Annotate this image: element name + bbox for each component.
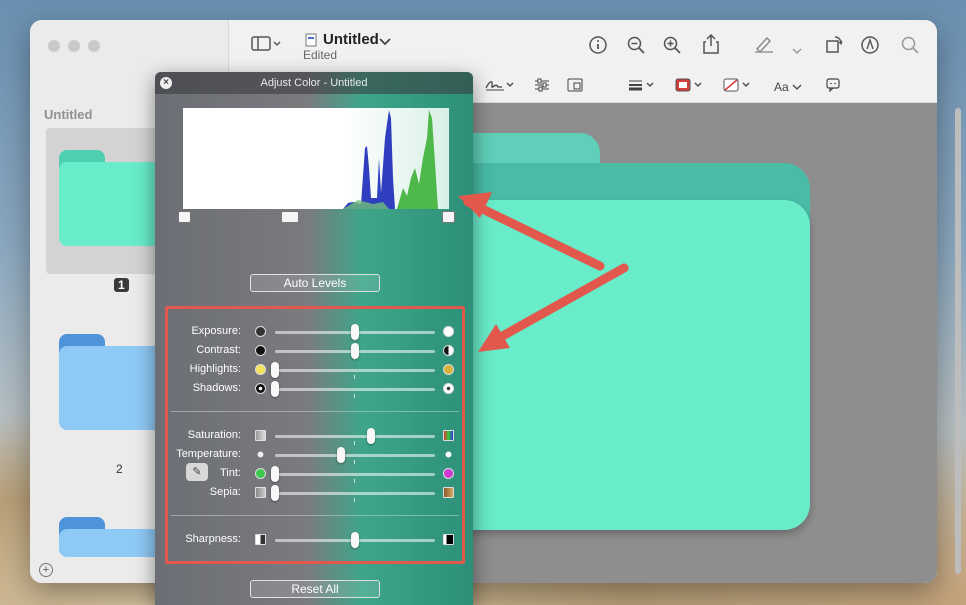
annotation-arrows <box>458 192 629 352</box>
annotation-arrow <box>463 197 629 348</box>
